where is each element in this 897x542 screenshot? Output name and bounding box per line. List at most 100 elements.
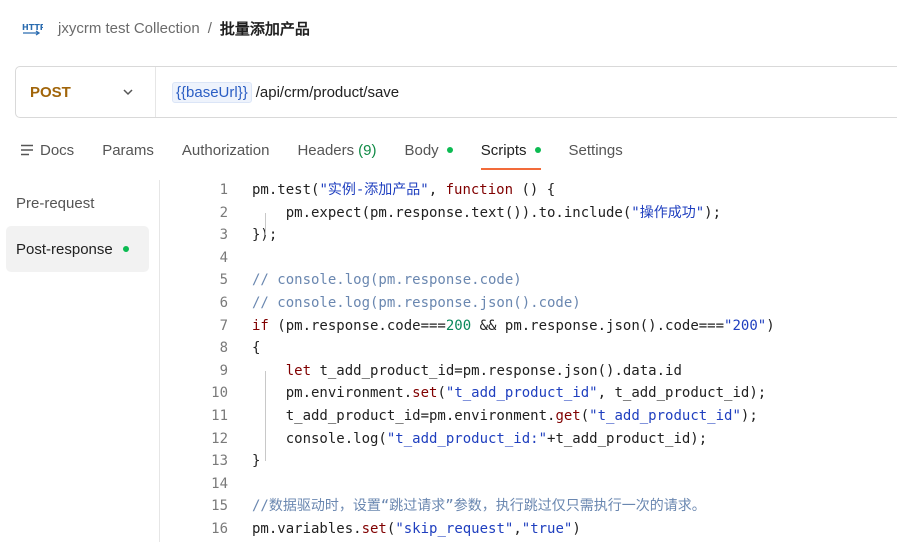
breadcrumb-collection[interactable]: jxycrm test Collection: [58, 20, 200, 37]
code-line[interactable]: 16 pm.variables.set("skip_request","true"…: [195, 518, 775, 541]
tab-settings[interactable]: Settings: [569, 136, 623, 164]
code-line[interactable]: 4: [195, 247, 775, 270]
code-token: console.log(: [252, 430, 387, 447]
code-text: pm.expect(pm.response.text()).to.include…: [252, 202, 721, 225]
code-token: // console.log(pm.response.code): [252, 272, 522, 289]
code-token: if: [252, 317, 269, 334]
code-token: //数据驱动时，设置“跳过请求”参数，执行跳过仅只需执行一次的请求。: [252, 498, 706, 515]
code-text: pm.test("实例-添加产品", function () {: [252, 179, 555, 202]
code-line[interactable]: 12 console.log("t_add_product_id:"+t_add…: [195, 428, 775, 451]
line-number: 3: [219, 227, 228, 244]
code-line[interactable]: 5 // console.log(pm.response.code): [195, 269, 775, 292]
code-token: get: [555, 407, 581, 424]
indent-guide: [265, 371, 266, 461]
code-token: (pm.response.code===: [268, 317, 446, 334]
tab-params[interactable]: Params: [102, 136, 154, 164]
code-token: // console.log(pm.response.json().code): [252, 294, 581, 311]
code-token: pm.variables.: [252, 520, 362, 537]
code-line[interactable]: 3});: [195, 224, 775, 247]
code-token: ): [572, 520, 581, 537]
line-number: 5: [219, 272, 228, 289]
code-line[interactable]: 11 t_add_product_id=pm.environment.get("…: [195, 405, 775, 428]
code-token: set: [412, 385, 438, 402]
code-token: 200: [445, 317, 472, 334]
code-token: "t_add_product_id:": [386, 430, 548, 447]
code-token: );: [740, 407, 758, 424]
status-dot: [534, 147, 541, 153]
status-dot: [446, 147, 453, 153]
tab-authorization[interactable]: Authorization: [182, 136, 270, 164]
tab-label: Scripts: [480, 141, 527, 159]
svg-text:HTTP: HTTP: [22, 23, 43, 32]
script-nav-post-response[interactable]: Post-response: [6, 226, 149, 272]
request-title[interactable]: 批量添加产品: [220, 18, 310, 39]
url-variable[interactable]: {{baseUrl}}: [172, 81, 252, 103]
line-number: 6: [219, 294, 228, 311]
code-token: t_add_product_id=pm.response.json().data…: [311, 362, 682, 379]
code-token: (: [437, 385, 446, 402]
breadcrumb: HTTP jxycrm test Collection / 批量添加产品: [20, 14, 310, 42]
line-number: 1: [219, 182, 228, 198]
tab-docs[interactable]: Docs: [20, 136, 74, 164]
code-line[interactable]: 8{: [195, 337, 775, 360]
code-line[interactable]: 10 pm.environment.set("t_add_product_id"…: [195, 382, 775, 405]
code-token: "200": [724, 317, 767, 334]
code-line[interactable]: 15 //数据驱动时，设置“跳过请求”参数，执行跳过仅只需执行一次的请求。: [195, 495, 775, 518]
code-editor[interactable]: 1 pm.test("实例-添加产品", function () {2 pm.ex…: [195, 179, 775, 541]
tab-label: Settings: [568, 141, 623, 159]
code-token: function: [445, 182, 514, 198]
tab-headers[interactable]: Headers (9): [297, 136, 376, 164]
tab-label: Docs: [40, 141, 75, 159]
code-line[interactable]: 7 if (pm.response.code===200 && pm.respon…: [195, 315, 775, 338]
code-token: pm.environment.: [252, 385, 413, 402]
panel-divider[interactable]: [159, 180, 160, 542]
code-text: //数据驱动时，设置“跳过请求”参数，执行跳过仅只需执行一次的请求。: [252, 495, 706, 518]
code-text: {: [252, 337, 260, 360]
http-icon: HTTP: [20, 16, 44, 40]
script-nav-label: Post-response: [16, 240, 113, 258]
code-text: if (pm.response.code===200 && pm.respons…: [252, 315, 775, 338]
code-token: set: [361, 520, 387, 537]
code-token: && pm.response.json().code===: [471, 317, 725, 334]
tab-label: Authorization: [181, 141, 270, 159]
method-select[interactable]: POST: [16, 67, 156, 117]
code-line[interactable]: 14: [195, 473, 775, 496]
url-input[interactable]: {{baseUrl}} /api/crm/product/save: [156, 81, 399, 103]
code-text: let t_add_product_id=pm.response.json().…: [252, 360, 682, 383]
code-token: "true": [521, 520, 573, 537]
code-token: () {: [513, 182, 556, 198]
code-token: pm.expect(pm.response.text()).to.include…: [252, 204, 632, 221]
code-token: +t_add_product_id);: [547, 430, 708, 447]
line-number: 9: [219, 362, 228, 379]
code-line[interactable]: 13}: [195, 450, 775, 473]
code-text: // console.log(pm.response.code): [252, 269, 522, 292]
code-text: pm.variables.set("skip_request","true"): [252, 518, 581, 541]
tab-body[interactable]: Body: [404, 136, 453, 164]
code-token: t_add_product_id=pm.environment.: [252, 407, 556, 424]
line-number: 16: [211, 520, 228, 537]
code-token: "实例-添加产品": [319, 182, 429, 198]
code-line[interactable]: 1 pm.test("实例-添加产品", function () {: [195, 179, 775, 202]
code-line[interactable]: 2 pm.expect(pm.response.text()).to.inclu…: [195, 202, 775, 225]
script-nav-pre-request[interactable]: Pre-request: [6, 180, 149, 226]
code-token: (: [580, 407, 590, 424]
code-text: console.log("t_add_product_id:"+t_add_pr…: [252, 428, 707, 451]
line-number: 11: [211, 407, 228, 424]
code-text: pm.environment.set("t_add_product_id", t…: [252, 382, 766, 405]
script-nav-label: Pre-request: [16, 194, 95, 212]
code-text: // console.log(pm.response.json().code): [252, 292, 581, 315]
code-token: "t_add_product_id": [589, 407, 741, 424]
code-line[interactable]: 6 // console.log(pm.response.json().code): [195, 292, 775, 315]
code-token: pm.test(: [252, 182, 320, 198]
tab-label: Headers: [297, 141, 355, 159]
line-number: 10: [211, 385, 228, 402]
tab-label: Params: [102, 141, 154, 159]
code-token: "操作成功": [631, 204, 705, 221]
headers-count: (9): [358, 141, 377, 159]
chevron-down-icon: [123, 89, 133, 96]
code-line[interactable]: 9 let t_add_product_id=pm.response.json(…: [195, 360, 775, 383]
tab-scripts[interactable]: Scripts: [480, 136, 541, 170]
code-token: "t_add_product_id": [445, 385, 598, 402]
code-text: }: [252, 450, 260, 473]
